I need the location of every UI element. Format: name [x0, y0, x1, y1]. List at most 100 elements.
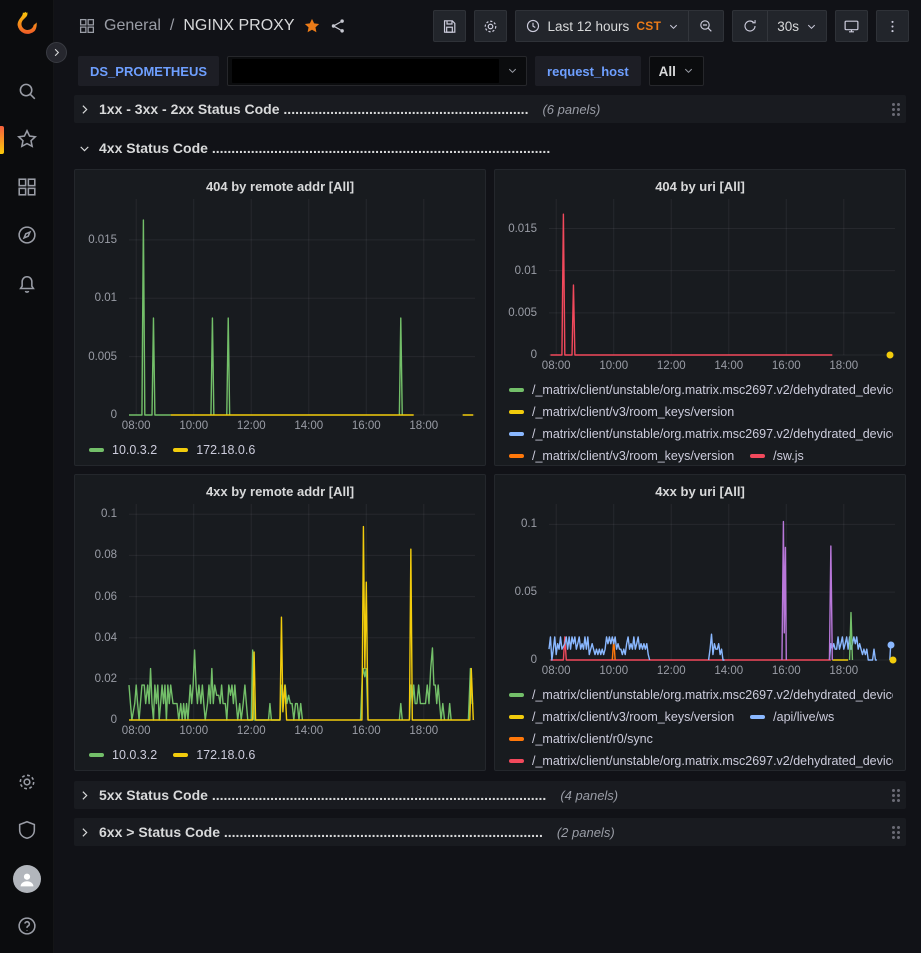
legend-item[interactable]: 172.18.0.6 — [173, 439, 255, 461]
x-tick-label: 12:00 — [657, 665, 686, 677]
y-tick-label: 0 — [531, 654, 537, 666]
legend-swatch — [509, 454, 524, 458]
row-drag-handle[interactable] — [892, 103, 900, 116]
y-tick-label: 0.02 — [95, 673, 117, 685]
sidebar-item-dashboards[interactable] — [0, 164, 53, 212]
x-tick-label: 08:00 — [122, 725, 151, 737]
chevron-down-icon — [78, 142, 91, 155]
y-tick-label: 0.01 — [95, 292, 117, 304]
row-header-1xx-3xx-2xx[interactable]: 1xx - 3xx - 2xx Status Code ............… — [74, 95, 906, 123]
legend-item[interactable]: /_matrix/client/unstable/org.matrix.msc2… — [509, 423, 893, 445]
request-host-variable-select[interactable]: All — [649, 56, 704, 86]
chevron-right-icon — [78, 826, 91, 839]
row-header-5xx[interactable]: 5xx Status Code ........................… — [74, 781, 906, 809]
row-title: 6xx > Status Code ......................… — [99, 824, 543, 840]
gear-icon — [16, 771, 38, 796]
star-filled-icon[interactable] — [303, 17, 321, 35]
apps-icon — [16, 176, 38, 201]
series-line — [227, 318, 230, 415]
x-tick-label: 10:00 — [599, 665, 628, 677]
time-range-picker[interactable]: Last 12 hours CST — [516, 11, 689, 41]
series-line — [829, 637, 876, 660]
more-options-button[interactable] — [876, 10, 909, 42]
y-tick-label: 0.1 — [521, 518, 537, 530]
panels-grid: 404 by remote addr [All] 00.0050.010.015… — [74, 169, 906, 771]
refresh-icon — [742, 18, 758, 34]
legend-item[interactable]: /_matrix/client/unstable/org.matrix.msc2… — [509, 750, 893, 768]
row-title: 1xx - 3xx - 2xx Status Code ............… — [99, 101, 528, 117]
legend-label: 172.18.0.6 — [196, 748, 255, 762]
save-dashboard-button[interactable] — [433, 10, 466, 42]
sidebar-item-profile[interactable] — [0, 855, 53, 903]
x-tick-label: 14:00 — [714, 360, 743, 372]
plot-area[interactable] — [129, 199, 475, 415]
sidebar-item-server-admin[interactable] — [0, 807, 53, 855]
zoom-out-time-button[interactable] — [688, 11, 723, 41]
legend-item[interactable]: /_matrix/client/v3/room_keys/version — [509, 401, 734, 423]
legend-label: 10.0.3.2 — [112, 748, 157, 762]
dashboard-toolbar: Last 12 hours CST 30s — [433, 10, 910, 42]
legend-swatch — [173, 753, 188, 757]
legend-swatch — [509, 410, 524, 414]
refresh-interval-picker[interactable]: 30s — [767, 11, 826, 41]
datasource-variable-select[interactable] — [227, 56, 527, 86]
breadcrumb-dashboard-title[interactable]: NGINX PROXY — [183, 17, 294, 35]
series-line — [550, 214, 832, 355]
row-drag-handle[interactable] — [892, 826, 900, 839]
row-drag-handle[interactable] — [892, 789, 900, 802]
grafana-logo-icon[interactable] — [10, 8, 44, 42]
timezone-label: CST — [636, 19, 661, 33]
legend-label: 10.0.3.2 — [112, 443, 157, 457]
datasource-variable-label[interactable]: DS_PROMETHEUS — [78, 56, 219, 86]
legend-label: 172.18.0.6 — [196, 443, 255, 457]
row-header-4xx[interactable]: 4xx Status Code ........................… — [74, 136, 906, 160]
panel-legend: /_matrix/client/unstable/org.matrix.msc2… — [505, 680, 895, 768]
row-header-6xx[interactable]: 6xx > Status Code ......................… — [74, 818, 906, 846]
legend-swatch — [509, 388, 524, 392]
panel-title[interactable]: 404 by uri [All] — [505, 175, 895, 199]
sidebar-item-help[interactable] — [0, 903, 53, 951]
series-line — [129, 220, 171, 415]
legend-item[interactable]: 10.0.3.2 — [89, 439, 157, 461]
sidebar-item-search[interactable] — [0, 68, 53, 116]
panel-title[interactable]: 4xx by remote addr [All] — [85, 480, 475, 504]
sidebar-item-alerting[interactable] — [0, 260, 53, 308]
legend-item[interactable]: /_matrix/client/unstable/org.matrix.msc2… — [509, 684, 893, 706]
sidebar-expand-button[interactable] — [46, 42, 67, 63]
plot-area[interactable] — [549, 199, 895, 355]
legend-item[interactable]: /api/live/ws — [750, 706, 834, 728]
legend-item[interactable]: /_matrix/client/v3/room_keys/version — [509, 445, 734, 463]
panel-title[interactable]: 404 by remote addr [All] — [85, 175, 475, 199]
panel-title[interactable]: 4xx by uri [All] — [505, 480, 895, 504]
bell-icon — [16, 272, 38, 297]
kebab-icon — [884, 18, 901, 35]
legend-item[interactable]: /_matrix/client/r0/sync — [509, 728, 653, 750]
legend-item[interactable]: /_matrix/client/unstable/org.matrix.msc2… — [509, 379, 893, 401]
legend-label: /_matrix/client/v3/room_keys/version — [532, 710, 734, 724]
legend-label: /_matrix/client/v3/room_keys/version — [532, 405, 734, 419]
legend-item[interactable]: 10.0.3.2 — [89, 744, 157, 766]
time-picker-group: Last 12 hours CST — [515, 10, 725, 42]
y-tick-label: 0.06 — [95, 591, 117, 603]
cycle-view-mode-button[interactable] — [835, 10, 868, 42]
sidebar-item-explore[interactable] — [0, 212, 53, 260]
x-tick-label: 12:00 — [237, 725, 266, 737]
x-tick-label: 16:00 — [772, 360, 801, 372]
panel-404-by-uri: 404 by uri [All] 00.0050.010.01508:0010:… — [494, 169, 906, 466]
legend-item[interactable]: /sw.js — [750, 445, 804, 463]
request-host-variable-label[interactable]: request_host — [535, 56, 641, 86]
legend-item[interactable]: 172.18.0.6 — [173, 744, 255, 766]
chevron-down-icon — [683, 64, 694, 79]
legend-swatch — [509, 737, 524, 741]
sidebar-item-starred[interactable] — [0, 116, 53, 164]
refresh-button[interactable] — [733, 11, 767, 41]
legend-item[interactable]: /_matrix/client/v3/room_keys/version — [509, 706, 734, 728]
redacted-value — [232, 59, 499, 83]
plot-area[interactable] — [549, 504, 895, 660]
series-line — [709, 634, 725, 660]
dashboard-settings-button[interactable] — [474, 10, 507, 42]
breadcrumb-section[interactable]: General — [104, 17, 161, 35]
sidebar-item-configuration[interactable] — [0, 759, 53, 807]
plot-area[interactable] — [129, 504, 475, 720]
share-icon[interactable] — [329, 17, 347, 35]
